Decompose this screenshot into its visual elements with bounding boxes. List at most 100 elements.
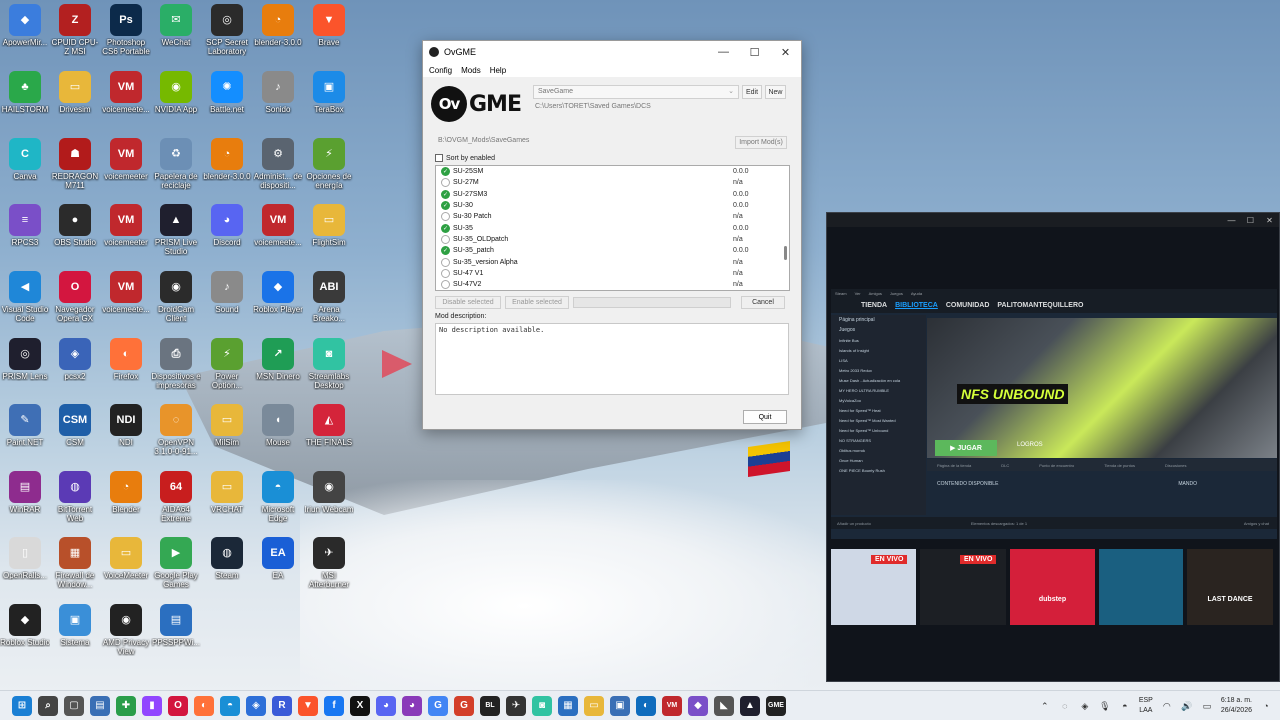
- taskbar-app-icon[interactable]: ⌕: [38, 695, 58, 716]
- import-mods-button[interactable]: Import Mod(s): [735, 136, 787, 149]
- minimize-icon[interactable]: —: [708, 41, 739, 63]
- desktop-icon[interactable]: ▭ FlightSim: [304, 204, 354, 247]
- desktop-icon[interactable]: ▣ TeraBox: [304, 71, 354, 114]
- desktop-icon[interactable]: CSM CSM: [50, 404, 100, 447]
- microphone-icon[interactable]: 🎙: [1099, 700, 1111, 712]
- taskbar-app-icon[interactable]: GME: [766, 695, 786, 716]
- game-subnav-link[interactable]: DLC: [1001, 463, 1009, 468]
- desktop-icon[interactable]: ◌ OpenVPN 3.1.0-0-91...: [151, 404, 201, 456]
- desktop-icon[interactable]: ◔ blender-3.0.0: [253, 4, 303, 47]
- desktop-icon[interactable]: ◆ Roblox Studio: [0, 604, 50, 647]
- library-game-item[interactable]: Metro 2033 Redux: [831, 365, 926, 375]
- stream-thumbnail[interactable]: EN VIVO: [920, 549, 1006, 625]
- taskbar-app-icon[interactable]: ◆: [688, 695, 708, 716]
- desktop-icon[interactable]: ✺ Battle.net: [202, 71, 252, 114]
- desktop-icon[interactable]: ⎙ Dispositivos e impresoras: [151, 338, 201, 390]
- mod-row[interactable]: ✓ SU-35 0.0.0: [436, 222, 789, 233]
- disable-selected-button[interactable]: Disable selected: [435, 296, 501, 309]
- add-product-link[interactable]: Añadir un producto: [837, 521, 871, 526]
- desktop-icon[interactable]: ♪ Sonido: [253, 71, 303, 114]
- desktop-icon[interactable]: ◔ Blender: [101, 471, 151, 514]
- library-game-item[interactable]: Once Human: [831, 455, 926, 465]
- new-button[interactable]: New: [765, 85, 786, 99]
- steam-nav-tab[interactable]: PALITOMANTEQUILLERO: [997, 302, 1083, 309]
- taskbar-app-icon[interactable]: f: [324, 695, 344, 716]
- desktop-icon[interactable]: ◆ Roblox Player: [253, 271, 303, 314]
- close-icon[interactable]: ✕: [1260, 213, 1279, 227]
- stream-thumbnail[interactable]: EN VIVO: [831, 549, 916, 625]
- desktop-icon[interactable]: ◐ Firefox: [101, 338, 151, 381]
- desktop-icon[interactable]: ABI Arena Breako...: [304, 271, 354, 323]
- mod-row[interactable]: ✓ SU-27SM3 0.0.0: [436, 189, 789, 200]
- clock[interactable]: 6:18 a. m. 26/4/2026: [1221, 696, 1252, 716]
- cancel-button[interactable]: Cancel: [741, 296, 785, 309]
- steam-menu-item[interactable]: Ver: [855, 291, 861, 296]
- library-game-item[interactable]: Need for Speed™ Heat: [831, 405, 926, 415]
- game-subnav-link[interactable]: Punto de encuentro: [1039, 463, 1074, 468]
- library-game-item[interactable]: ONE PIECE Bounty Rush: [831, 465, 926, 475]
- taskbar-app-icon[interactable]: ◐: [636, 695, 656, 716]
- desktop-icon[interactable]: ▤ WinRAR: [0, 471, 50, 514]
- desktop-icon[interactable]: ⚡ Power Option...: [202, 338, 252, 390]
- desktop-icon[interactable]: ◕ Discord: [202, 204, 252, 247]
- library-game-item[interactable]: Muse Dash - Actualización en cola: [831, 375, 926, 385]
- taskbar-app-icon[interactable]: ◣: [714, 695, 734, 716]
- desktop-icon[interactable]: ◉ Iriun Webcam: [304, 471, 354, 514]
- quit-button[interactable]: Quit: [743, 410, 787, 424]
- taskbar-app-icon[interactable]: R: [272, 695, 292, 716]
- steam-menu-item[interactable]: Ayuda: [911, 291, 922, 296]
- library-game-item[interactable]: Oblitus morrok: [831, 445, 926, 455]
- desktop-icon[interactable]: ◎ SCP Secret Laboratory: [202, 4, 252, 56]
- taskbar-app-icon[interactable]: ▤: [90, 695, 110, 716]
- desktop-icon[interactable]: VM voicemeeter: [101, 204, 151, 247]
- desktop-icon[interactable]: ▭ Drivesim: [50, 71, 100, 114]
- desktop-icon[interactable]: VM voicemeete...: [101, 71, 151, 114]
- mod-row[interactable]: Su-35_version Alpha n/a: [436, 256, 789, 267]
- desktop-icon[interactable]: ▯ OpenRalls...: [0, 537, 50, 580]
- config-select[interactable]: SaveGame ⌄: [533, 85, 739, 99]
- library-game-item[interactable]: Infinite Bus: [831, 335, 926, 345]
- library-game-item[interactable]: Islands of Insight: [831, 345, 926, 355]
- mod-description-box[interactable]: No description available.: [435, 323, 789, 395]
- desktop-icon[interactable]: O Navegador Opera GX: [50, 271, 100, 323]
- desktop-icon[interactable]: VM voicemeeter: [101, 138, 151, 181]
- library-game-item[interactable]: MyVolcaZoo: [831, 395, 926, 405]
- maximize-icon[interactable]: ☐: [739, 41, 770, 63]
- steam-titlebar[interactable]: — ☐ ✕: [827, 213, 1279, 227]
- stream-thumbnail[interactable]: LAST DANCE: [1187, 549, 1273, 625]
- game-subnav-link[interactable]: Tienda de puntos: [1104, 463, 1135, 468]
- desktop-icon[interactable]: ◍ Steam: [202, 537, 252, 580]
- desktop-icon[interactable]: 64 AIDA64 Extreme: [151, 471, 201, 523]
- tray-app-icon[interactable]: ◌: [1059, 700, 1071, 712]
- mod-row[interactable]: SU-35_OLDpatch n/a: [436, 234, 789, 245]
- enable-selected-button[interactable]: Enable selected: [505, 296, 569, 309]
- desktop-icon[interactable]: ♣ HAILSTORM: [0, 71, 50, 114]
- downloads-status[interactable]: Elementos descargados: 1 de 1: [971, 521, 1027, 526]
- desktop-icon[interactable]: VM voicemeete...: [253, 204, 303, 247]
- library-game-item[interactable]: Need for Speed™ Most Wanted: [831, 415, 926, 425]
- minimize-icon[interactable]: —: [1222, 213, 1241, 227]
- taskbar-app-icon[interactable]: ◈: [246, 695, 266, 716]
- taskbar-app-icon[interactable]: ▼: [298, 695, 318, 716]
- desktop-icon[interactable]: ✎ Paint.NET: [0, 404, 50, 447]
- desktop-icon[interactable]: ✉ WeChat: [151, 4, 201, 47]
- desktop-icon[interactable]: NDI NDI: [101, 404, 151, 447]
- desktop-icon[interactable]: ▶ Google Play Games: [151, 537, 201, 589]
- library-game-item[interactable]: Need for Speed™ Unbound: [831, 425, 926, 435]
- desktop-icon[interactable]: ↗ MSN Dinero: [253, 338, 303, 381]
- ovgme-titlebar[interactable]: OvGME — ☐ ✕: [423, 41, 801, 63]
- desktop-icon[interactable]: Ps Photoshop CS6 Portable: [101, 4, 151, 56]
- tray-app-icon[interactable]: ◈: [1079, 700, 1091, 712]
- desktop-icon[interactable]: ◍ BitTorrent Web: [50, 471, 100, 523]
- library-game-item[interactable]: MY HERO ULTRA RUMBLE: [831, 385, 926, 395]
- desktop-icon[interactable]: ● OBS Studio: [50, 204, 100, 247]
- taskbar-app-icon[interactable]: O: [168, 695, 188, 716]
- desktop-icon[interactable]: ◉ DroidCam Client: [151, 271, 201, 323]
- sidebar-home[interactable]: Página principal: [831, 315, 926, 325]
- desktop-icon[interactable]: ⚙ Administ... de dispositi...: [253, 138, 303, 190]
- stream-thumbnail[interactable]: [1099, 549, 1183, 625]
- desktop-icon[interactable]: ▼ Brave: [304, 4, 354, 47]
- mods-path-field[interactable]: B:\OVGM_Mods\SaveGames: [435, 136, 729, 148]
- desktop-icon[interactable]: ◎ PRISM Lens: [0, 338, 50, 381]
- steam-nav-tab[interactable]: BIBLIOTECA: [895, 302, 938, 309]
